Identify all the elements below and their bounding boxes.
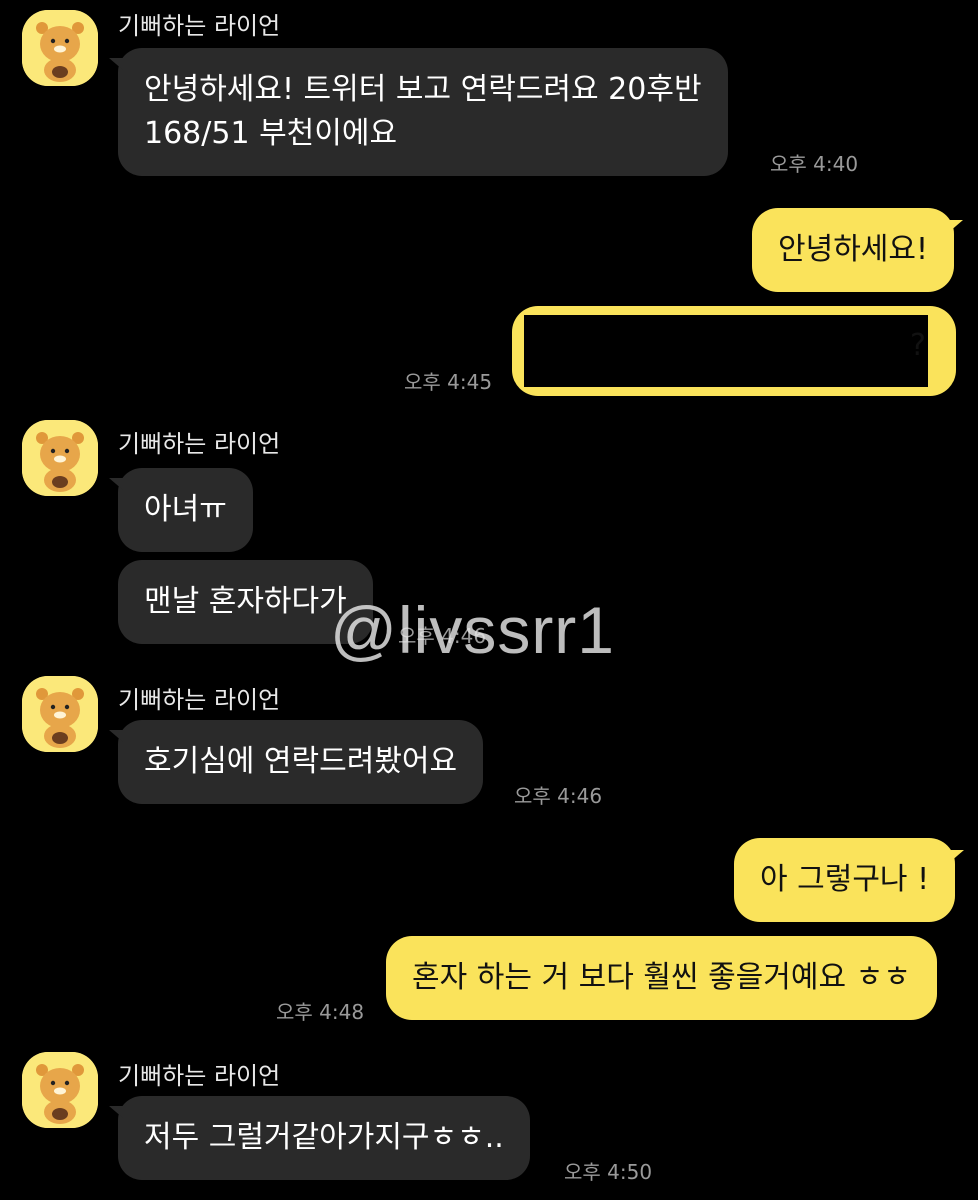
message-timestamp: 오후 4:48 — [276, 1000, 365, 1024]
avatar[interactable] — [22, 1052, 98, 1128]
message-timestamp: 오후 4:45 — [404, 370, 493, 394]
incoming-message[interactable]: 호기심에 연락드려봤어요 — [108, 720, 484, 804]
ryan-lion-icon — [22, 676, 98, 752]
incoming-message[interactable]: 저두 그럴거같아가지구ㅎㅎ.. — [109, 1096, 530, 1180]
outgoing-message[interactable]: 혼자 하는 거 보다 훨씬 좋을거예요 ㅎㅎ — [386, 936, 937, 1020]
message-text: 저두 그럴거같아가지구ㅎㅎ.. — [144, 1120, 504, 1155]
message-text: 혼자 하는 거 보다 훨씬 좋을거예요 ㅎㅎ — [412, 960, 911, 995]
avatar[interactable] — [22, 676, 98, 752]
outgoing-message[interactable]: 안녕하세요! — [752, 208, 964, 292]
message-timestamp: 오후 4:50 — [564, 1160, 653, 1184]
message-text: 아녀ㅠ — [144, 492, 227, 527]
message-text: ? — [910, 328, 926, 363]
watermark-text: @livssrr1 — [330, 593, 615, 667]
sender-name: 기뻐하는 라이언 — [118, 1062, 281, 1090]
message-text: 호기심에 연락드려봤어요 — [144, 744, 458, 779]
sender-name: 기뻐하는 라이언 — [118, 430, 281, 458]
ryan-lion-icon — [22, 1052, 98, 1128]
avatar[interactable] — [22, 420, 98, 496]
message-line: 168/51 부천이에요 — [144, 116, 398, 151]
message-text: 안녕하세요! — [778, 232, 929, 267]
message-line: 안녕하세요! 트위터 보고 연락드려요 20후반 — [144, 72, 702, 107]
ryan-lion-icon — [22, 420, 98, 496]
incoming-message[interactable]: 아녀ㅠ — [109, 468, 253, 552]
ryan-lion-icon — [22, 10, 98, 86]
incoming-message[interactable]: 안녕하세요! 트위터 보고 연락드려요 20후반 168/51 부천이에요 — [109, 48, 728, 176]
outgoing-message[interactable]: 아 그렇구나 ! — [734, 838, 965, 922]
sender-name: 기뻐하는 라이언 — [118, 12, 281, 40]
message-timestamp: 오후 4:46 — [514, 784, 603, 808]
message-text: 맨날 혼자하다가 — [144, 584, 347, 619]
sender-name: 기뻐하는 라이언 — [118, 686, 281, 714]
avatar[interactable] — [22, 10, 98, 86]
message-text: 아 그렇구나 ! — [760, 862, 930, 897]
redaction-box — [524, 315, 928, 387]
message-timestamp: 오후 4:40 — [770, 152, 859, 176]
